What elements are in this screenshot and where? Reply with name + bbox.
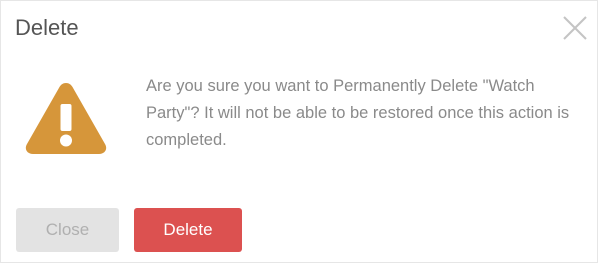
delete-button[interactable]: Delete xyxy=(134,208,242,252)
dialog-title: Delete xyxy=(15,15,79,40)
delete-dialog: Delete Are you sure you want to Permanen… xyxy=(0,0,598,263)
close-x-icon[interactable] xyxy=(561,14,589,42)
warning-triangle-icon xyxy=(23,79,109,157)
close-button[interactable]: Close xyxy=(16,208,119,252)
confirmation-message: Are you sure you want to Permanently Del… xyxy=(146,77,570,149)
